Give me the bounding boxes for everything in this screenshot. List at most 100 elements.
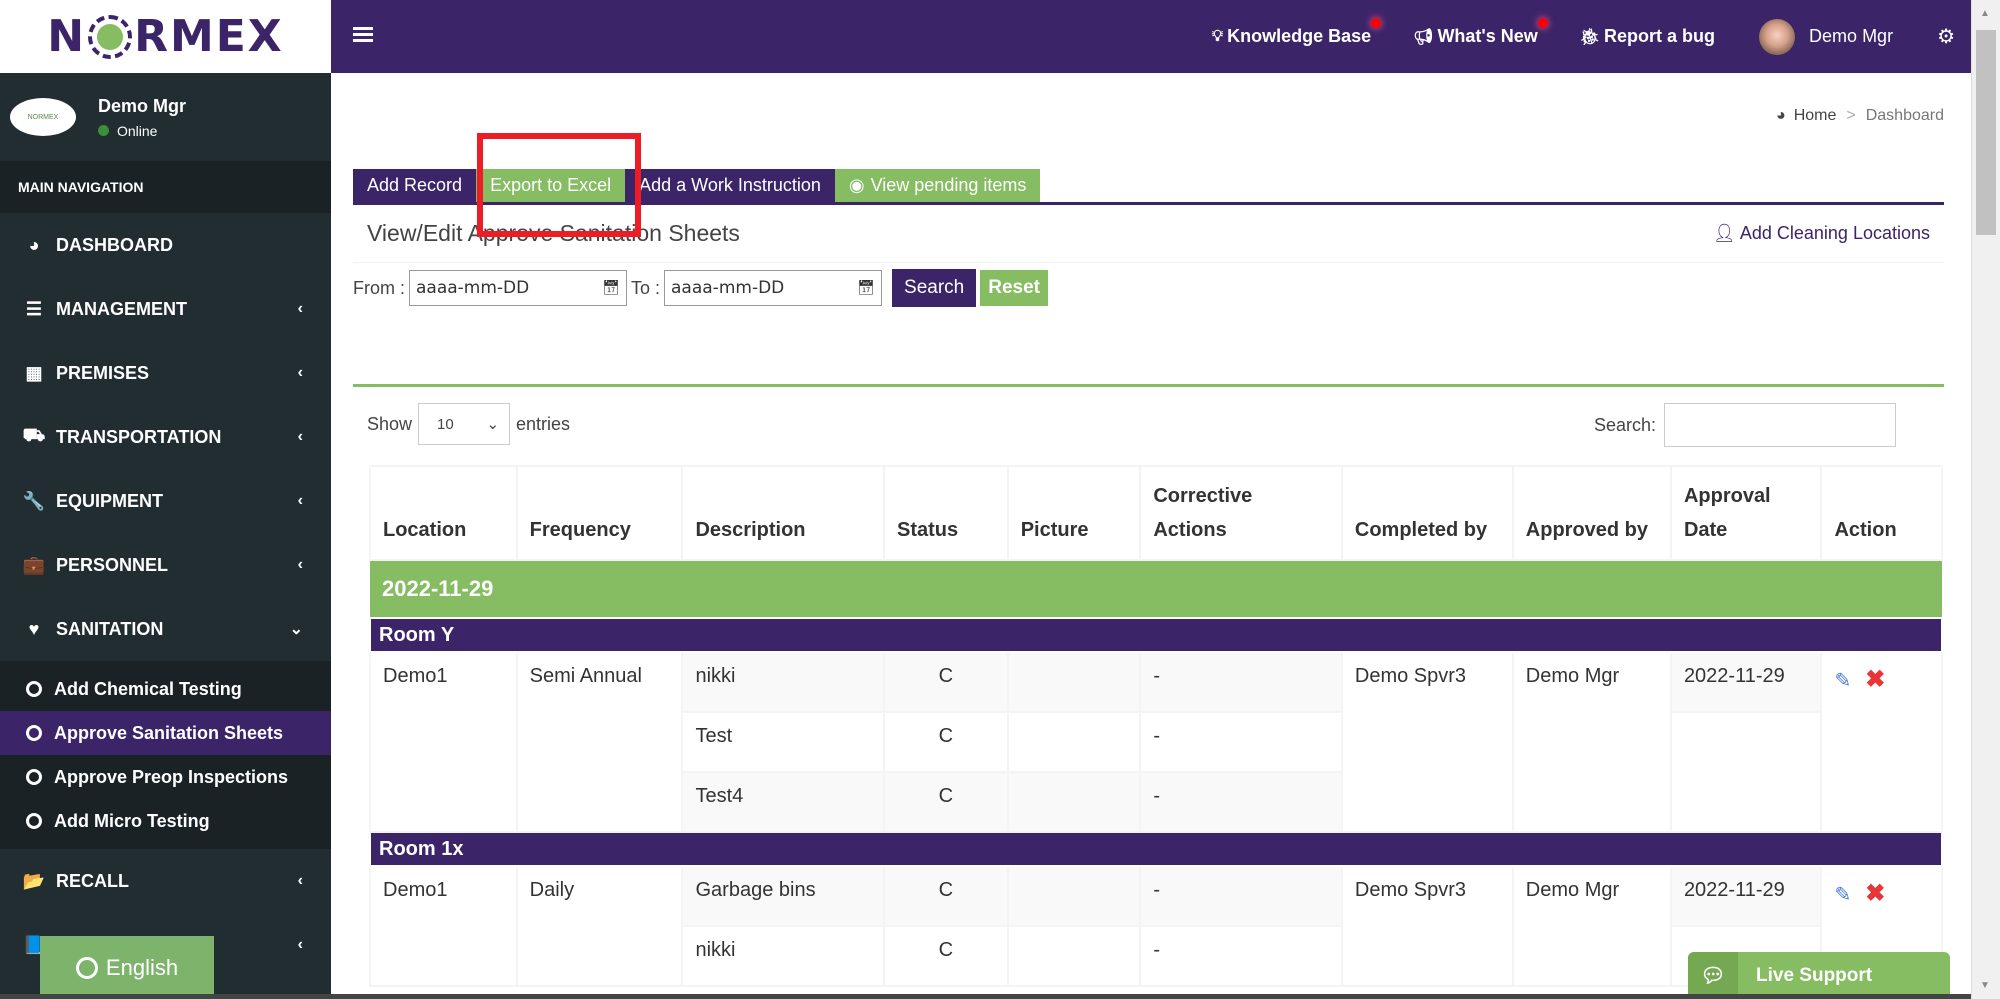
- circle-icon: [26, 681, 42, 697]
- app: N RMEX NORMEX Demo Mgr Online MAIN NAVIG…: [0, 0, 2000, 999]
- sanitation-table: Location Frequency Description Status Pictur…: [369, 465, 1943, 987]
- cell-approval-date-empty: [1669, 711, 1823, 833]
- table-row: Demo1 Semi Annual nikki C - Demo Spvr3 Demo Mg…: [369, 651, 1943, 833]
- tab-add-a-work-instruction[interactable]: Add a Work Instruction: [625, 169, 835, 202]
- column-header[interactable]: Description: [681, 465, 885, 561]
- edit-user-icon[interactable]: ✎: [1834, 670, 1851, 692]
- cell-description: Test4: [681, 771, 885, 833]
- sidebar-item-management[interactable]: ☰ MANAGEMENT ‹: [0, 277, 331, 341]
- live-support-button[interactable]: 💬︎ Live Support: [1688, 952, 1950, 999]
- cell-approved-by: Demo Mgr: [1511, 865, 1672, 987]
- edit-user-icon[interactable]: ✎: [1834, 884, 1851, 906]
- add-cleaning-locations-link[interactable]: 👤︎ Add Cleaning Locations: [1713, 223, 1930, 244]
- cell-approval-date: 2022-11-29: [1669, 651, 1823, 713]
- dashboard-icon: ◕: [28, 234, 40, 255]
- column-header[interactable]: Approved by: [1511, 465, 1672, 561]
- whats-new-link[interactable]: 📢︎ What's New: [1413, 18, 1548, 47]
- column-header[interactable]: Completed by: [1340, 465, 1514, 561]
- chevron-left-icon: ‹: [297, 556, 303, 573]
- cell-description: Test: [681, 711, 885, 773]
- sidebar-item-personnel[interactable]: 💼 PERSONNEL ‹: [0, 533, 331, 597]
- hamburger-menu-icon[interactable]: [353, 27, 373, 45]
- chevron-left-icon: ‹: [297, 492, 303, 509]
- cell-completed-by: Demo Spvr3: [1340, 651, 1514, 833]
- sidebar-item-label: RECALL: [56, 870, 129, 891]
- tab-label: Add a Work Instruction: [639, 175, 821, 195]
- submenu-item[interactable]: Approve Sanitation Sheets: [0, 711, 331, 755]
- user-icon: 👤︎: [1712, 223, 1736, 243]
- calendar-icon[interactable]: 📅︎: [857, 280, 875, 296]
- sidebar-item-label: MANAGEMENT: [56, 298, 187, 319]
- search-button[interactable]: Search: [892, 269, 977, 307]
- sidebar-item-label: PREMISES: [56, 362, 150, 383]
- room-name: Room 1x: [369, 831, 1943, 867]
- whats-new-label: What's New: [1437, 26, 1538, 46]
- tab-label: View pending items: [870, 175, 1027, 195]
- user-panel: NORMEX Demo Mgr Online: [0, 73, 331, 161]
- sidebar-item-recall[interactable]: 📂 RECALL ‹: [0, 849, 331, 913]
- to-date-placeholder: aaaa-mm-DD: [671, 278, 785, 298]
- cell-status: C: [883, 651, 1009, 713]
- user-menu[interactable]: Demo Mgr: [1759, 18, 1894, 55]
- dashboard-icon: ◕: [1776, 107, 1786, 124]
- circle-icon: [26, 813, 42, 829]
- from-date-placeholder: aaaa-mm-DD: [416, 278, 530, 298]
- cell-corrective-actions: -: [1139, 925, 1343, 987]
- knowledge-base-link[interactable]: 💡︎ Knowledge Base: [1212, 18, 1382, 47]
- reset-button[interactable]: Reset: [980, 270, 1048, 306]
- entries-select[interactable]: 10 ⌄: [418, 403, 511, 445]
- cell-picture: [1006, 711, 1142, 773]
- folder-open-icon: 📂: [22, 870, 46, 891]
- column-header[interactable]: Location: [369, 465, 518, 561]
- vertical-scrollbar[interactable]: ▲ ▼: [1971, 0, 2000, 999]
- sidebar-item-label: SANITATION: [56, 618, 164, 639]
- logo-area[interactable]: N RMEX: [0, 0, 331, 73]
- cell-location: Demo1: [369, 865, 518, 987]
- delete-x-icon[interactable]: ✖: [1865, 666, 1885, 693]
- column-header[interactable]: Action: [1820, 465, 1943, 561]
- breadcrumb-home[interactable]: Home: [1794, 107, 1837, 125]
- submenu-item[interactable]: Approve Preop Inspections: [0, 755, 331, 799]
- tab-add-record[interactable]: Add Record: [353, 169, 477, 202]
- sidebar-item-dashboard[interactable]: ◕ DASHBOARD: [0, 213, 331, 277]
- briefcase-icon: 💼: [22, 554, 46, 575]
- scroll-up-icon[interactable]: ▲: [1980, 8, 1990, 19]
- report-bug-link[interactable]: 🐞︎ Report a bug: [1580, 26, 1715, 47]
- sidebar-item-sanitation[interactable]: ♥ SANITATION ⌄: [0, 597, 331, 661]
- notification-dot: [1537, 18, 1548, 28]
- sidebar-item-premises[interactable]: ▦ PREMISES ‹: [0, 341, 331, 405]
- language-button[interactable]: English: [40, 936, 214, 999]
- column-header[interactable]: Status: [883, 465, 1009, 561]
- from-date-input[interactable]: aaaa-mm-DD 📅︎: [409, 270, 627, 306]
- cell-picture: [1006, 771, 1142, 833]
- horizontal-scrollbar[interactable]: [0, 994, 1971, 999]
- sidebar-item-equipment[interactable]: 🔧 EQUIPMENT ‹: [0, 469, 331, 533]
- user-status-text: Online: [117, 122, 158, 139]
- gears-icon[interactable]: ⚙: [1937, 24, 1955, 49]
- top-user-name: Demo Mgr: [1809, 26, 1894, 46]
- submenu-item[interactable]: Add Chemical Testing: [0, 667, 331, 711]
- to-date-input[interactable]: aaaa-mm-DD 📅︎: [664, 270, 883, 306]
- live-support-label: Live Support: [1756, 964, 1873, 986]
- table-row: Demo1 Daily Garbage bins C - Demo Spvr3 Demo M…: [369, 865, 1943, 987]
- cell-status: C: [883, 711, 1009, 773]
- delete-x-icon[interactable]: ✖: [1865, 880, 1885, 907]
- scrollbar-thumb[interactable]: [1976, 30, 1996, 235]
- sidebar-item-transportation[interactable]: ⛟ TRANSPORTATION ‹: [0, 405, 331, 469]
- tab-view-pending-items[interactable]: ◉ View pending items: [834, 169, 1041, 202]
- cell-location: Demo1: [369, 651, 518, 833]
- column-header[interactable]: Picture: [1006, 465, 1142, 561]
- cell-approved-by: Demo Mgr: [1511, 651, 1672, 833]
- room-group-row: Room 1x: [369, 831, 1943, 867]
- scroll-down-icon[interactable]: ▼: [1980, 980, 1990, 991]
- column-header[interactable]: Frequency: [515, 465, 684, 561]
- column-header[interactable]: Corrective Actions: [1139, 465, 1343, 561]
- cell-frequency: Semi Annual: [515, 651, 684, 833]
- submenu-item-label: Approve Preop Inspections: [54, 766, 289, 787]
- chevron-left-icon: ‹: [297, 300, 303, 317]
- calendar-icon[interactable]: 📅︎: [602, 280, 620, 296]
- cell-description: nikki: [681, 651, 885, 713]
- column-header[interactable]: Approval Date: [1669, 465, 1823, 561]
- table-search-input[interactable]: [1664, 403, 1896, 447]
- submenu-item[interactable]: Add Micro Testing: [0, 799, 331, 843]
